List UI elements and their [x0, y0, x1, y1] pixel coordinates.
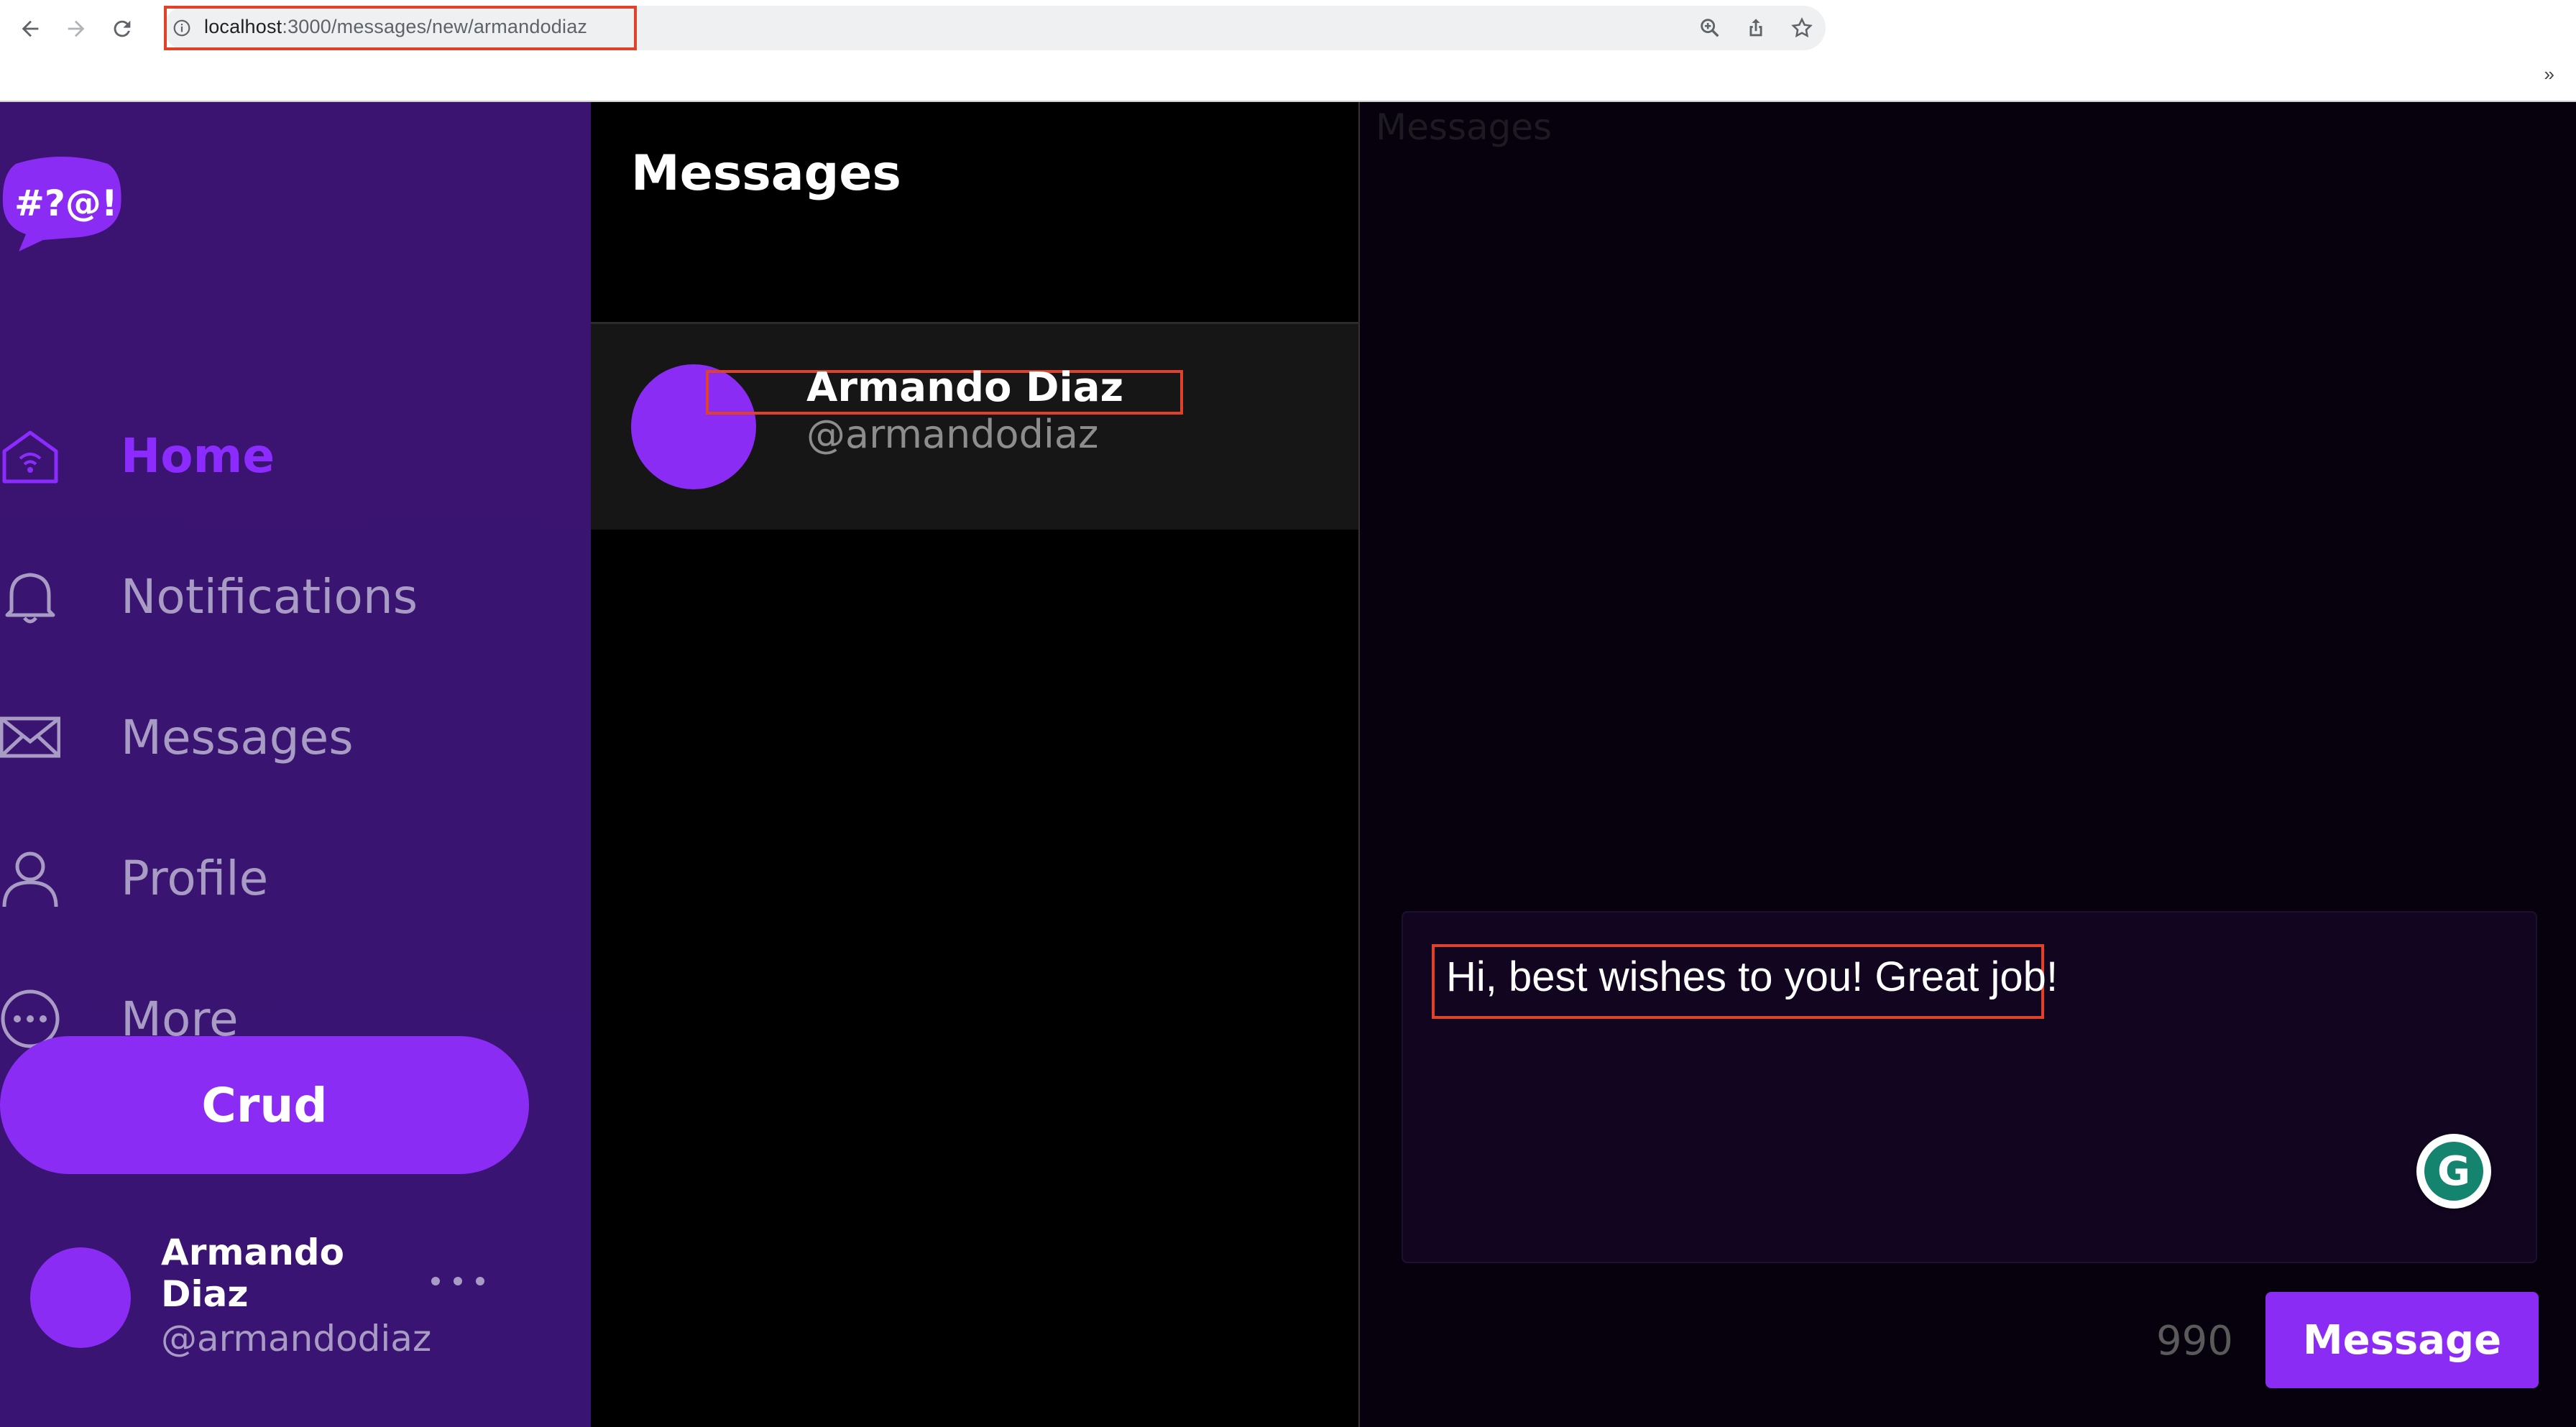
conversation-handle: @armandodiaz [806, 412, 1099, 457]
url-text[interactable]: localhost:3000/messages/new/armandodiaz [204, 16, 587, 38]
url-path: :3000/messages/new/armandodiaz [282, 16, 588, 37]
crud-button[interactable]: Crud [0, 1036, 529, 1174]
sidebar-item-label: Notifications [121, 568, 418, 624]
conversation-item[interactable]: Armando Diaz @armandodiaz [591, 324, 1358, 530]
account-more-icon[interactable] [431, 1270, 484, 1292]
home-icon [2, 430, 58, 484]
sidebar-item-label: Profile [121, 850, 269, 906]
conversation-name: Armando Diaz [806, 364, 1124, 411]
chat-panel-title: Messages [1376, 106, 1552, 148]
sidebar: #?@! Home Notifications Messages Profile… [0, 102, 591, 1427]
chat-panel: Messages Hi, best wishes to you! Great j… [1360, 102, 2576, 1427]
page-title: Messages [631, 145, 901, 202]
bell-icon [5, 573, 55, 624]
sidebar-item-notifications[interactable]: Notifications [0, 553, 503, 639]
browser-toolbar: localhost:3000/messages/new/armandodiaz … [0, 0, 2576, 102]
current-user-name: Armando Diaz [161, 1232, 344, 1315]
user-icon [2, 851, 58, 908]
sidebar-item-messages[interactable]: Messages [0, 694, 503, 780]
envelope-icon [0, 716, 60, 758]
avatar[interactable] [30, 1247, 131, 1348]
reload-icon[interactable] [106, 13, 138, 45]
message-input-value: Hi, best wishes to you! Great job! [1446, 953, 2058, 1000]
logo-text: #?@! [14, 183, 118, 224]
send-message-button[interactable]: Message [2266, 1292, 2539, 1388]
sidebar-item-home[interactable]: Home [0, 412, 503, 499]
sidebar-item-label: Messages [121, 709, 354, 765]
app-root: #?@! Home Notifications Messages Profile… [0, 102, 2576, 1427]
message-input[interactable]: Hi, best wishes to you! Great job! G [1402, 911, 2537, 1263]
grammarly-icon[interactable]: G [2416, 1134, 2491, 1209]
share-icon[interactable] [1744, 16, 1768, 40]
app-logo[interactable]: #?@! [1, 152, 122, 253]
sidebar-item-label: Home [121, 428, 275, 484]
zoom-icon[interactable] [1698, 16, 1722, 40]
conversation-list-panel: Messages Armando Diaz @armandodiaz [591, 102, 1360, 1427]
current-user-handle: @armandodiaz [161, 1318, 432, 1359]
back-arrow-icon[interactable] [14, 13, 46, 45]
character-count: 990 [2156, 1318, 2233, 1364]
site-info-icon[interactable] [172, 19, 191, 37]
bookmark-star-icon[interactable] [1790, 16, 1814, 40]
grammarly-letter: G [2424, 1142, 2483, 1201]
extensions-overflow-icon[interactable]: » [2544, 63, 2554, 86]
sidebar-item-profile[interactable]: Profile [0, 835, 503, 921]
url-host: localhost [204, 16, 282, 37]
forward-arrow-icon[interactable] [60, 13, 92, 45]
